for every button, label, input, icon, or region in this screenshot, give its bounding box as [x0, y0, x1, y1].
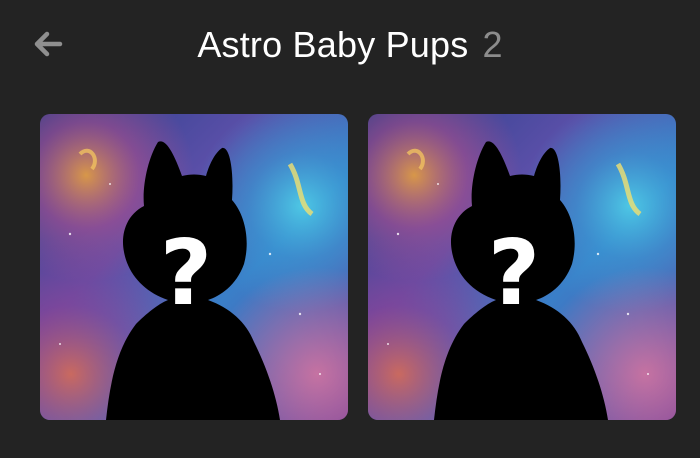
mystery-pup-image: ? [368, 114, 676, 420]
page-header: Astro Baby Pups 2 [0, 22, 700, 68]
pup-card[interactable]: ? [40, 114, 348, 420]
item-count: 2 [482, 24, 503, 65]
pup-card[interactable]: ? [368, 114, 676, 420]
question-mark-icon: ? [160, 221, 212, 326]
collection-screen: Astro Baby Pups 2 ? ? [0, 0, 700, 458]
question-mark-icon: ? [488, 221, 540, 326]
mystery-pup-image: ? [40, 114, 348, 420]
page-title: Astro Baby Pups [197, 24, 469, 65]
pup-grid: ? ? [40, 114, 676, 420]
